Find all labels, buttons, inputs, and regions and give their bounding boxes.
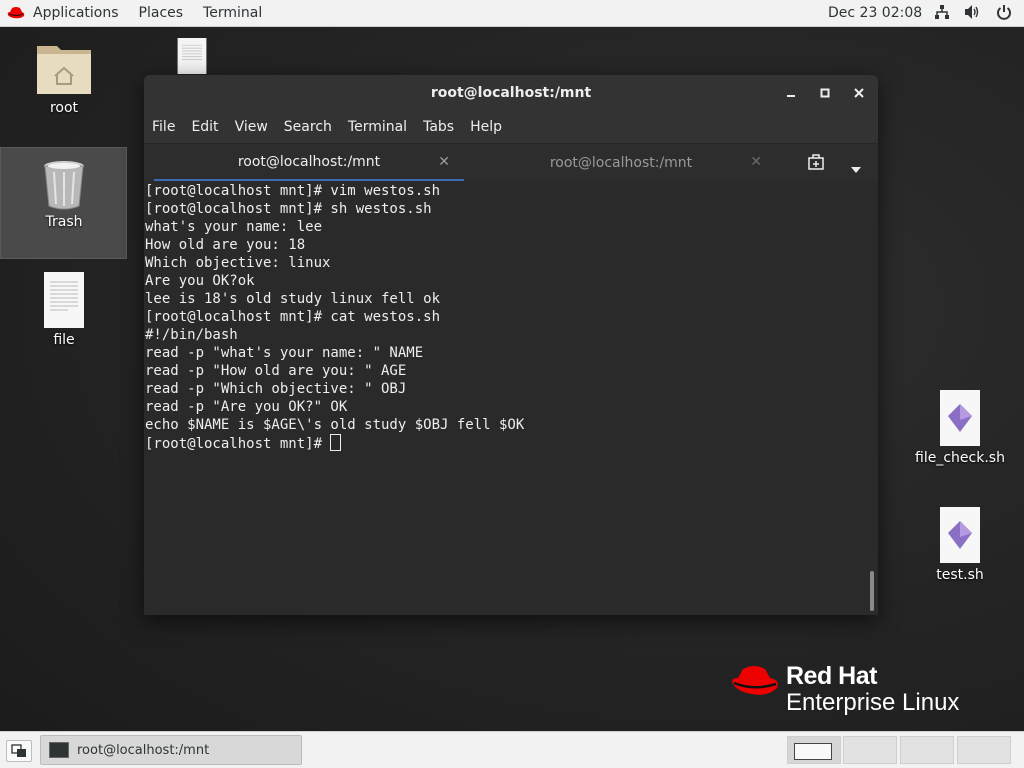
workspace-window-thumb	[794, 743, 832, 760]
terminal-line: #!/bin/bash	[145, 327, 238, 343]
menu-file[interactable]: File	[152, 119, 175, 135]
terminal-app-menu-label: Terminal	[203, 5, 263, 21]
script-file-icon	[940, 507, 980, 563]
brand-line2: Enterprise Linux	[786, 689, 960, 716]
desktop-icon-file-top[interactable]	[172, 38, 212, 74]
tab-label: root@localhost:/mnt	[549, 155, 693, 171]
clock[interactable]: Dec 23 02:08	[828, 5, 922, 21]
terminal-scrollbar[interactable]	[864, 181, 878, 615]
show-desktop-button[interactable]	[6, 740, 32, 762]
applications-menu[interactable]: Applications	[0, 0, 129, 27]
maximize-button[interactable]	[816, 84, 834, 102]
menu-terminal[interactable]: Terminal	[348, 119, 407, 135]
power-icon	[997, 5, 1011, 20]
trash-icon	[44, 161, 84, 210]
home-folder-icon	[37, 46, 91, 94]
terminal-line: How old are you: 18	[145, 237, 306, 253]
terminal-line: echo $NAME is $AGE\'s old study $OBJ fel…	[145, 417, 525, 433]
terminal-line: [root@localhost mnt]# cat westos.sh	[145, 309, 441, 325]
places-menu-label: Places	[138, 5, 184, 21]
minimize-icon	[787, 95, 795, 97]
taskbar-window-terminal[interactable]: root@localhost:/mnt	[40, 735, 302, 765]
terminal-output[interactable]: [root@localhost mnt]# vim westos.sh [root…	[144, 181, 864, 615]
redhat-icon	[7, 7, 25, 19]
new-tab-icon	[808, 154, 824, 170]
bottom-panel: root@localhost:/mnt	[0, 731, 1024, 768]
network-icon	[935, 5, 949, 19]
chevron-down-icon	[851, 167, 861, 173]
redhat-logo-icon	[732, 666, 778, 695]
scrollbar-thumb[interactable]	[870, 571, 874, 611]
redhat-brand-logo: Red Hat Enterprise Linux	[730, 662, 959, 717]
terminal-line: [root@localhost mnt]# vim westos.sh	[145, 183, 441, 199]
applications-menu-label: Applications	[33, 5, 119, 21]
terminal-line: read -p "Which objective: " OBJ	[145, 381, 407, 397]
terminal-prompt-line: [root@localhost mnt]#	[145, 434, 864, 453]
desktop-icon-label: test.sh	[936, 567, 984, 583]
desktop-icon-label: file_check.sh	[915, 450, 1005, 466]
brand-line1: Red Hat	[786, 662, 877, 690]
minimize-button[interactable]	[782, 84, 800, 102]
desktop-icon-label: Trash	[45, 214, 83, 230]
volume-icon	[965, 5, 979, 19]
terminal-line: what's your name: lee	[145, 219, 323, 235]
desktop-icon-test-sh[interactable]: test.sh	[910, 507, 1010, 583]
places-menu[interactable]: Places	[129, 0, 194, 27]
show-desktop-icon	[11, 744, 26, 757]
terminal-line: [root@localhost mnt]# sh westos.sh	[145, 201, 432, 217]
document-icon	[44, 272, 84, 328]
tab-1[interactable]: root@localhost:/mnt ✕	[154, 144, 464, 182]
terminal-tabbar: root@localhost:/mnt ✕ root@localhost:/mn…	[144, 143, 878, 182]
menu-edit[interactable]: Edit	[191, 119, 218, 135]
window-titlebar[interactable]: root@localhost:/mnt	[144, 75, 878, 111]
tab-close-icon[interactable]: ✕	[438, 154, 450, 170]
tab-label: root@localhost:/mnt	[237, 153, 381, 170]
desktop-icon-file-check-sh[interactable]: file_check.sh	[910, 390, 1010, 466]
terminal-icon	[49, 742, 69, 758]
text-cursor	[330, 434, 342, 451]
top-panel: Applications Places Terminal Dec 23 02:0…	[0, 0, 1024, 27]
desktop-icon-label: root	[49, 100, 79, 116]
workspace-1[interactable]	[787, 736, 841, 764]
tab-close-icon[interactable]: ✕	[750, 154, 762, 170]
workspace-2[interactable]	[843, 736, 897, 764]
tab-2[interactable]: root@localhost:/mnt ✕	[466, 144, 776, 182]
desktop-icon-root[interactable]: root	[28, 40, 100, 116]
menu-view[interactable]: View	[235, 119, 268, 135]
maximize-icon	[820, 88, 830, 98]
workspace-4[interactable]	[957, 736, 1011, 764]
taskbar-window-label: root@localhost:/mnt	[77, 742, 210, 758]
redhat-brand-text: Red Hat Enterprise Linux	[786, 662, 959, 717]
terminal-line: Are you OK?ok	[145, 273, 255, 289]
desktop-icon-file[interactable]: file	[28, 272, 100, 348]
terminal-app-menu[interactable]: Terminal	[193, 0, 272, 27]
tab-list-button[interactable]	[850, 159, 862, 178]
close-button[interactable]	[850, 84, 868, 102]
new-tab-button[interactable]	[808, 154, 826, 174]
terminal-line: lee is 18's old study linux fell ok	[145, 291, 441, 307]
prompt: [root@localhost mnt]#	[145, 436, 331, 452]
script-file-icon	[940, 390, 980, 446]
terminal-line: read -p "How old are you: " AGE	[145, 363, 407, 379]
document-icon	[177, 38, 207, 74]
desktop-icon-label: file	[53, 332, 75, 348]
window-title: root@localhost:/mnt	[430, 85, 592, 101]
close-icon	[854, 88, 864, 98]
terminal-line: read -p "what's your name: " NAME	[145, 345, 424, 361]
menu-tabs[interactable]: Tabs	[423, 119, 454, 135]
desktop-icon-trash[interactable]: Trash	[28, 158, 100, 230]
terminal-menubar: File Edit View Search Terminal Tabs Help	[144, 111, 878, 143]
terminal-line: read -p "Are you OK?" OK	[145, 399, 348, 415]
terminal-line: Which objective: linux	[145, 255, 331, 271]
system-tray[interactable]	[934, 4, 1012, 20]
workspace-3[interactable]	[900, 736, 954, 764]
menu-help[interactable]: Help	[470, 119, 502, 135]
terminal-window[interactable]: root@localhost:/mnt File Edit View Searc…	[144, 75, 878, 615]
menu-search[interactable]: Search	[284, 119, 332, 135]
